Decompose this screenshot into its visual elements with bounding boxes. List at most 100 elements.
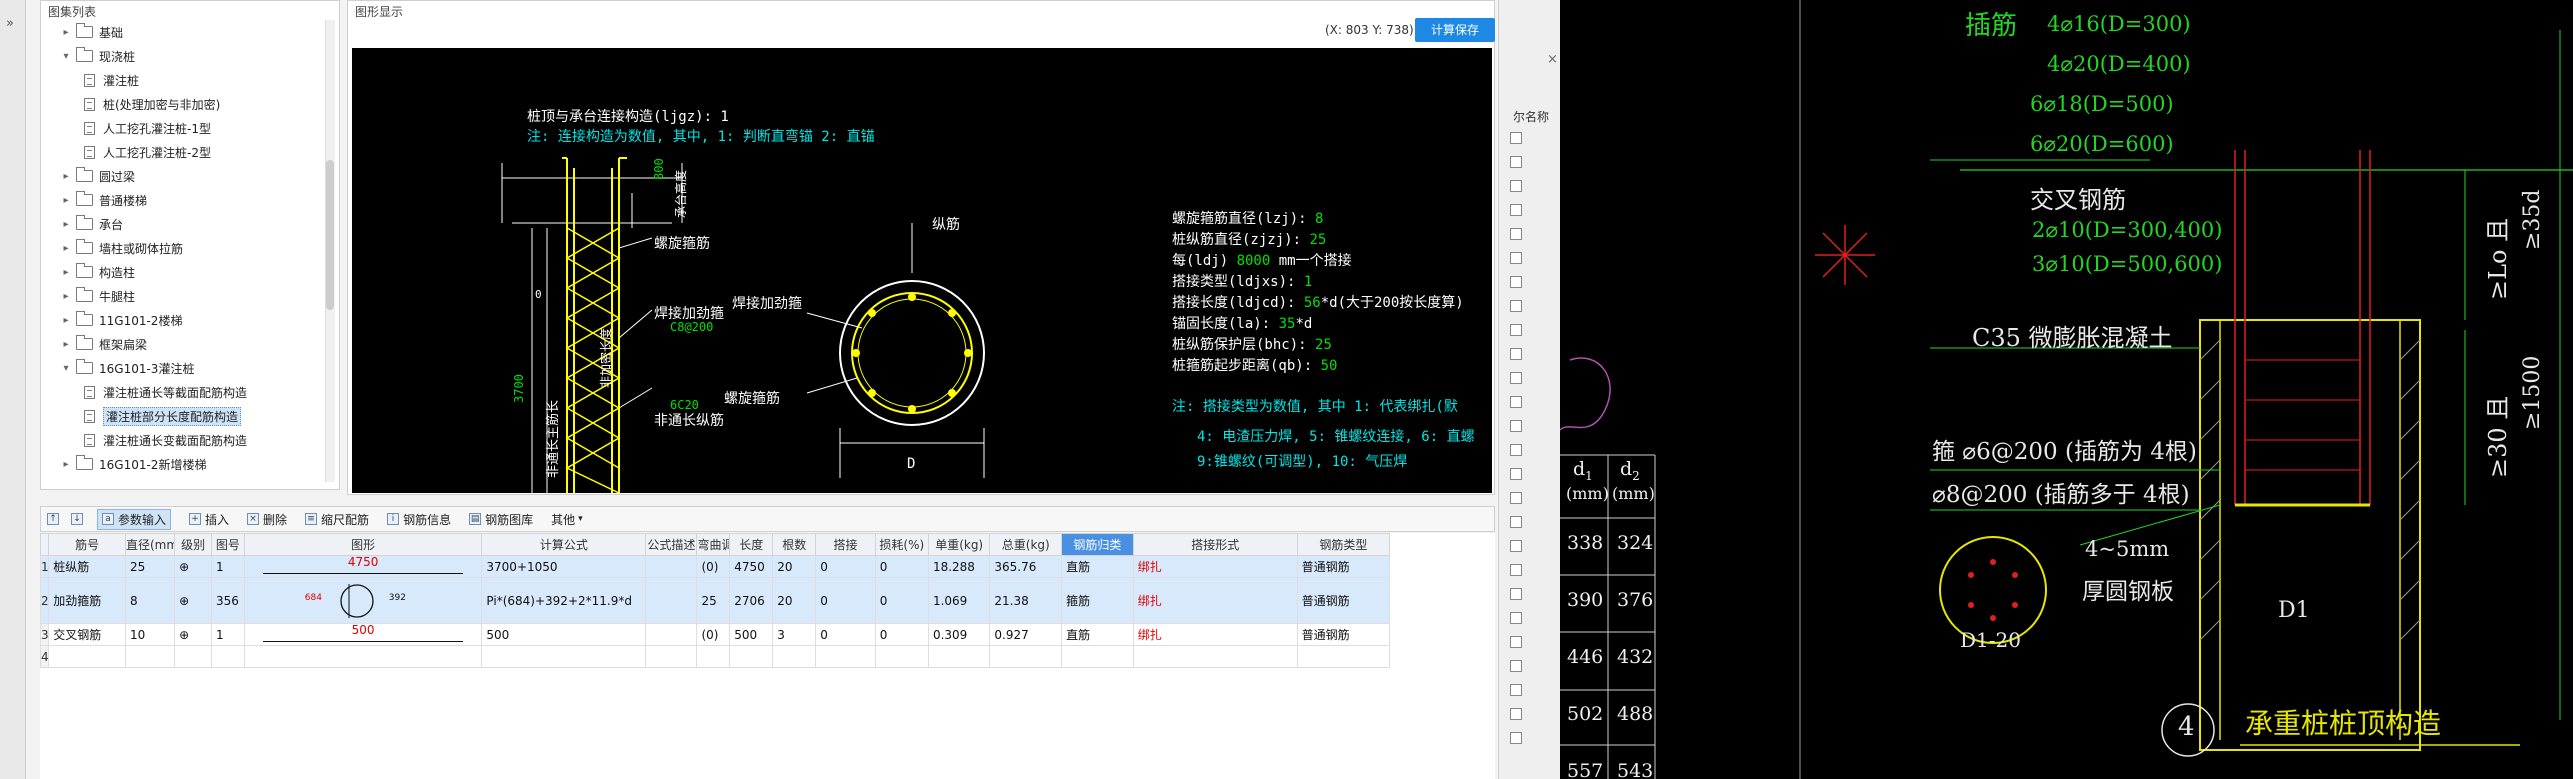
- tree-item[interactable]: ▸ 普通楼梯: [60, 189, 147, 211]
- chevron-right-icon[interactable]: ▸: [60, 243, 72, 254]
- tree-item[interactable]: 灌注桩: [80, 69, 139, 91]
- checkbox[interactable]: [1510, 732, 1522, 744]
- cell-desc[interactable]: [645, 555, 698, 578]
- checkbox[interactable]: [1510, 396, 1522, 408]
- toolbar-delete[interactable]: × 删除: [247, 511, 287, 528]
- canvas-param-value[interactable]: 1: [1304, 274, 1312, 290]
- cell-grade[interactable]: ⊕: [174, 623, 213, 646]
- column-header[interactable]: 级别: [174, 533, 213, 556]
- column-header[interactable]: 公式描述: [645, 533, 698, 556]
- cell-lapform[interactable]: [1132, 645, 1298, 668]
- chevron-right-icon[interactable]: ▸: [60, 219, 72, 230]
- table-row[interactable]: 4: [39, 645, 1391, 668]
- tree-item[interactable]: ▸ 16G101-2新增楼梯: [60, 453, 206, 475]
- cell-lap[interactable]: [815, 645, 876, 668]
- cell-lapform[interactable]: 绑扎: [1132, 555, 1298, 578]
- cell-desc[interactable]: [645, 623, 698, 646]
- double-chevron-icon[interactable]: »: [6, 16, 14, 31]
- canvas-param-value[interactable]: 25: [1309, 232, 1326, 248]
- cell-lap[interactable]: 0: [815, 555, 876, 578]
- cell-unit[interactable]: 0.309: [927, 623, 991, 646]
- checkbox[interactable]: [1510, 684, 1522, 696]
- canvas-param-value[interactable]: 56: [1304, 295, 1321, 311]
- tree-item[interactable]: 人工挖孔灌注桩-2型: [80, 141, 211, 163]
- column-header[interactable]: 搭接: [815, 533, 876, 556]
- checkbox[interactable]: [1510, 444, 1522, 456]
- cell-cat[interactable]: [1061, 645, 1134, 668]
- cell-formula[interactable]: 500: [481, 623, 647, 646]
- checkbox[interactable]: [1510, 348, 1522, 360]
- column-header[interactable]: 直径(mm): [124, 533, 176, 556]
- canvas-param-value[interactable]: 8000: [1237, 253, 1271, 269]
- cell-total[interactable]: 0.927: [989, 623, 1063, 646]
- checkbox[interactable]: [1510, 204, 1522, 216]
- tree-scrollbar-thumb[interactable]: [326, 160, 334, 310]
- tree-item[interactable]: ▾ 16G101-3灌注桩: [60, 357, 194, 379]
- cell-dia[interactable]: 25: [124, 555, 176, 578]
- column-header[interactable]: 筋号: [48, 533, 126, 556]
- cell-type[interactable]: 普通钢筋: [1296, 623, 1391, 646]
- cell-cat[interactable]: 箍筋: [1061, 577, 1134, 624]
- checkbox[interactable]: [1510, 276, 1522, 288]
- tree-item[interactable]: ▸ 承台: [60, 213, 123, 235]
- tree-item[interactable]: ▾ 现浇桩: [60, 45, 135, 67]
- chevron-right-icon[interactable]: ▸: [60, 267, 72, 278]
- canvas-param-value[interactable]: 8: [1315, 211, 1323, 227]
- cell-loss[interactable]: 0: [874, 555, 929, 578]
- cell-dia[interactable]: [124, 645, 176, 668]
- checkbox[interactable]: [1510, 636, 1522, 648]
- cell-dia[interactable]: 10: [124, 623, 176, 646]
- column-header[interactable]: 计算公式: [481, 533, 647, 556]
- tree-item[interactable]: ▸ 框架扁梁: [60, 333, 147, 355]
- cell-count[interactable]: 3: [772, 623, 817, 646]
- checkbox[interactable]: [1510, 468, 1522, 480]
- cell-desc[interactable]: [645, 645, 698, 668]
- cell-fig[interactable]: [211, 645, 245, 668]
- cell-loss[interactable]: 0: [874, 577, 929, 624]
- cell-bend[interactable]: [696, 645, 731, 668]
- table-row[interactable]: 1 桩纵筋 25 ⊕ 1 4750 3700+1050 (0) 4750 20 0 0 18.288 36…: [39, 555, 1391, 578]
- toolbar-other[interactable]: 其他 ▾: [551, 511, 583, 528]
- tree-item[interactable]: 灌注桩通长等截面配筋构造: [80, 381, 247, 403]
- column-header[interactable]: 图形: [243, 533, 483, 556]
- toolbar-param-input[interactable]: a 参数输入: [97, 508, 172, 530]
- toolbar-rebar-info[interactable]: i 钢筋信息: [387, 511, 451, 528]
- column-header[interactable]: 根数: [772, 533, 817, 556]
- cell-formula[interactable]: 3700+1050: [481, 555, 647, 578]
- tree-item[interactable]: ▸ 构造柱: [60, 261, 135, 283]
- calc-save-button[interactable]: 计算保存: [1415, 18, 1495, 42]
- toolbar-scale-rebar[interactable]: ≡ 缩尺配筋: [305, 511, 369, 528]
- chevron-down-icon[interactable]: ▾: [60, 51, 72, 62]
- cell-type[interactable]: 普通钢筋: [1296, 555, 1391, 578]
- checkbox[interactable]: [1510, 252, 1522, 264]
- tree-item[interactable]: ▸ 11G101-2楼梯: [60, 309, 182, 331]
- cell-unit[interactable]: 1.069: [927, 577, 991, 624]
- cell-fig[interactable]: 1: [211, 623, 245, 646]
- cell-bend[interactable]: (0): [696, 623, 731, 646]
- canvas-param-value[interactable]: 25: [1315, 337, 1332, 353]
- checkbox[interactable]: [1510, 588, 1522, 600]
- cell-len[interactable]: 500: [729, 623, 774, 646]
- cell-grade[interactable]: ⊕: [174, 577, 213, 624]
- chevron-right-icon[interactable]: ▸: [60, 27, 72, 38]
- column-header[interactable]: 长度: [729, 533, 774, 556]
- tree-item[interactable]: ▸ 基础: [60, 21, 123, 43]
- cell-type[interactable]: [1296, 645, 1391, 668]
- table-row[interactable]: 3 交叉钢筋 10 ⊕ 1 500 500 (0) 500 3 0 0 0.309 0.927 直筋 绑扎 普通…: [39, 623, 1391, 646]
- cell-total[interactable]: 365.76: [989, 555, 1063, 578]
- cell-formula[interactable]: Pi*(684)+392+2*11.9*d: [481, 577, 647, 624]
- shape-cell[interactable]: 500: [243, 623, 483, 646]
- cell-name[interactable]: 加劲箍筋: [48, 577, 126, 624]
- checkbox[interactable]: [1510, 564, 1522, 576]
- checkbox[interactable]: [1510, 180, 1522, 192]
- checkbox[interactable]: [1510, 708, 1522, 720]
- checkbox[interactable]: [1510, 660, 1522, 672]
- checkbox[interactable]: [1510, 612, 1522, 624]
- shape-cell[interactable]: 4750: [243, 555, 483, 578]
- chevron-right-icon[interactable]: ▸: [60, 315, 72, 326]
- checkbox[interactable]: [1510, 420, 1522, 432]
- checkbox[interactable]: [1510, 228, 1522, 240]
- cell-grade[interactable]: ⊕: [174, 555, 213, 578]
- column-header[interactable]: 搭接形式: [1132, 533, 1298, 556]
- cell-len[interactable]: 2706: [729, 577, 774, 624]
